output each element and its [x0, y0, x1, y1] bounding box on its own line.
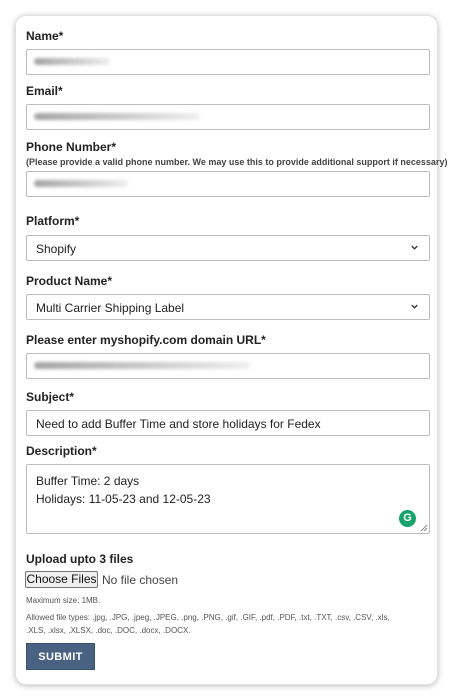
resize-handle-icon[interactable] [420, 524, 428, 532]
domain-input[interactable] [26, 353, 430, 379]
email-input[interactable] [26, 104, 430, 130]
chevron-down-icon [411, 304, 418, 309]
redacted-domain-value [34, 362, 250, 369]
product-label: Product Name* [26, 274, 113, 288]
platform-select[interactable]: Shopify [26, 235, 430, 261]
name-input[interactable] [26, 49, 430, 75]
allowed-types-note: Allowed file types: .jpg, .JPG, .jpeg, .… [26, 613, 390, 622]
grammarly-icon[interactable]: G [399, 510, 416, 527]
name-label: Name* [26, 29, 64, 43]
description-label: Description* [26, 444, 97, 458]
choose-files-button[interactable]: Choose Files [25, 571, 98, 588]
subject-label: Subject* [26, 390, 75, 404]
email-label: Email* [26, 84, 63, 98]
subject-value: Need to add Buffer Time and store holida… [36, 417, 321, 431]
description-line-1: Buffer Time: 2 days [36, 474, 140, 488]
max-size-note: Maximum size: 1MB. [26, 596, 101, 605]
phone-hint: (Please provide a valid phone number. We… [26, 157, 448, 167]
upload-label: Upload upto 3 files [26, 552, 134, 566]
platform-selected-value: Shopify [36, 242, 77, 256]
description-line-2: Holidays: 11-05-23 and 12-05-23 [36, 492, 211, 506]
platform-label: Platform* [26, 214, 80, 228]
domain-label: Please enter myshopify.com domain URL* [26, 333, 266, 347]
phone-label: Phone Number* [26, 140, 117, 154]
product-select[interactable]: Multi Carrier Shipping Label [26, 294, 430, 320]
redacted-email-value [34, 113, 200, 120]
phone-input[interactable] [26, 171, 430, 197]
subject-input[interactable]: Need to add Buffer Time and store holida… [26, 410, 430, 436]
chevron-down-icon [411, 245, 418, 250]
file-status: No file chosen [102, 573, 179, 587]
product-selected-value: Multi Carrier Shipping Label [36, 301, 185, 315]
redacted-phone-value [34, 180, 128, 187]
redacted-name-value [34, 58, 110, 65]
submit-button[interactable]: SUBMIT [26, 643, 95, 670]
description-textarea[interactable]: Buffer Time: 2 days Holidays: 11-05-23 a… [26, 464, 430, 534]
allowed-types-note-continued: .XLS, .xlsx, .XLSX, .doc, .DOC, .docx, .… [26, 626, 191, 635]
